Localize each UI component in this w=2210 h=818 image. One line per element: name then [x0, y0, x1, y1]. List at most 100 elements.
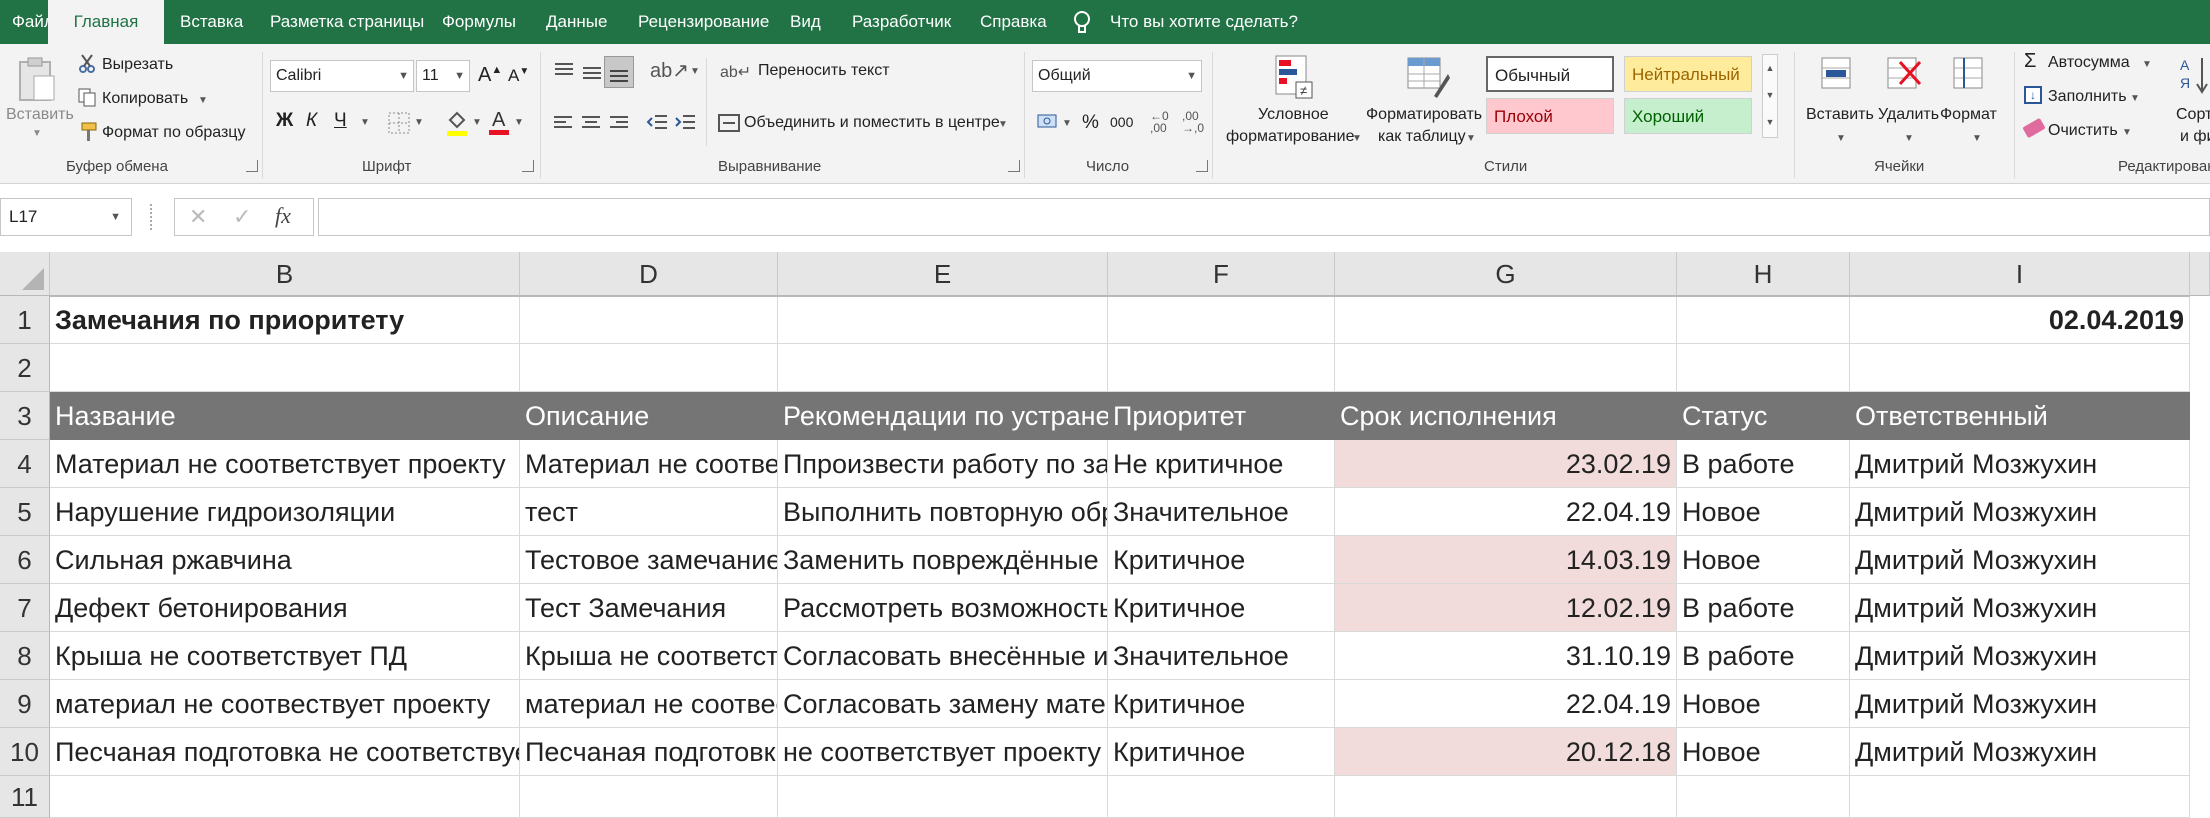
align-top-icon[interactable] — [552, 60, 576, 89]
table-cell[interactable]: Дмитрий Мозжухин — [1850, 632, 2190, 680]
tab-help[interactable]: Справка — [980, 0, 1047, 44]
number-format-select[interactable]: Общий ▼ — [1032, 60, 1202, 92]
report-date[interactable]: 02.04.2019 — [1850, 296, 2190, 344]
table-cell[interactable]: 20.12.18 — [1335, 728, 1677, 776]
font-color-dropdown-icon[interactable]: ▼ — [514, 117, 524, 128]
paste-icon[interactable] — [14, 54, 58, 109]
name-box[interactable]: L17 ▼ — [0, 198, 132, 236]
tell-me-search[interactable]: Что вы хотите сделать? — [1110, 0, 1298, 44]
underline-button[interactable]: Ч — [334, 110, 347, 132]
table-cell[interactable]: Критичное — [1108, 584, 1335, 632]
increase-decimal-icon[interactable]: ←0,00 — [1150, 110, 1169, 134]
borders-icon[interactable] — [388, 112, 410, 139]
table-cell[interactable]: Критичное — [1108, 728, 1335, 776]
table-cell[interactable]: Материал не соответствует проекту — [520, 440, 778, 488]
table-cell[interactable]: Дмитрий Мозжухин — [1850, 728, 2190, 776]
column-header-b[interactable]: B — [50, 252, 520, 296]
row-header-3[interactable]: 3 — [0, 392, 50, 440]
format-painter-button[interactable]: Формат по образцу — [102, 124, 245, 142]
row-header-6[interactable]: 6 — [0, 536, 50, 584]
table-cell[interactable]: Дмитрий Мозжухин — [1850, 536, 2190, 584]
table-header-cell[interactable]: Статус — [1677, 392, 1850, 440]
table-cell[interactable]: Ппроизвести работу по замене — [778, 440, 1108, 488]
cut-button[interactable]: Вырезать — [102, 56, 173, 74]
table-cell[interactable]: Не критичное — [1108, 440, 1335, 488]
cell[interactable] — [520, 296, 778, 344]
tab-review[interactable]: Рецензирование — [638, 0, 769, 44]
column-header-e[interactable]: E — [778, 252, 1108, 296]
style-bad[interactable]: Плохой — [1486, 98, 1614, 134]
number-launcher-icon[interactable] — [1196, 160, 1208, 172]
row-header-2[interactable]: 2 — [0, 344, 50, 392]
align-middle-icon[interactable] — [580, 60, 604, 89]
row-header-11[interactable]: 11 — [0, 776, 50, 818]
format-cells-button[interactable]: Формат — [1940, 106, 1997, 124]
table-cell[interactable]: Песчаная подготовка не соответствует про… — [50, 728, 520, 776]
table-cell[interactable]: Тест Замечания — [520, 584, 778, 632]
cell[interactable] — [1850, 776, 2190, 818]
font-name-select[interactable]: Calibri ▼ — [270, 60, 414, 92]
table-cell[interactable]: не соответствует проекту — [778, 728, 1108, 776]
row-header-4[interactable]: 4 — [0, 440, 50, 488]
table-cell[interactable]: Значительное — [1108, 632, 1335, 680]
table-cell[interactable]: Согласовать внесённые изменения — [778, 632, 1108, 680]
fill-dropdown-icon[interactable]: ▼ — [2130, 93, 2140, 104]
row-header-5[interactable]: 5 — [0, 488, 50, 536]
table-cell[interactable]: Сильная ржавчина — [50, 536, 520, 584]
tab-developer[interactable]: Разработчик — [852, 0, 951, 44]
table-cell[interactable]: Дмитрий Мозжухин — [1850, 488, 2190, 536]
format-as-table-dropdown-icon[interactable]: ▼ — [1466, 133, 1476, 144]
table-cell[interactable]: Крыша не соответствует ПД — [520, 632, 778, 680]
clear-button[interactable]: Очистить — [2048, 122, 2118, 140]
copy-dropdown-icon[interactable]: ▼ — [198, 95, 208, 106]
table-cell[interactable]: Нарушение гидроизоляции — [50, 488, 520, 536]
column-header-g[interactable]: G — [1335, 252, 1677, 296]
row-header-9[interactable]: 9 — [0, 680, 50, 728]
conditional-formatting-button[interactable]: Условное — [1258, 106, 1329, 124]
currency-icon[interactable] — [1036, 112, 1060, 139]
fill-color-dropdown-icon[interactable]: ▼ — [472, 117, 482, 128]
table-cell[interactable]: Песчаная подготовка не соответствует про… — [520, 728, 778, 776]
table-cell[interactable]: Дефект бетонирования — [50, 584, 520, 632]
table-cell[interactable]: Новое — [1677, 728, 1850, 776]
sort-filter-button[interactable]: Сортир — [2176, 106, 2210, 124]
column-header-i[interactable]: I — [1850, 252, 2190, 296]
cell[interactable] — [1335, 296, 1677, 344]
cell[interactable] — [50, 776, 520, 818]
fill-color-icon[interactable] — [446, 110, 468, 141]
tab-view[interactable]: Вид — [790, 0, 821, 44]
table-cell[interactable]: Дмитрий Мозжухин — [1850, 680, 2190, 728]
style-neutral[interactable]: Нейтральный — [1624, 56, 1752, 92]
table-cell[interactable]: В работе — [1677, 632, 1850, 680]
style-good[interactable]: Хороший — [1624, 98, 1752, 134]
table-cell[interactable]: Новое — [1677, 680, 1850, 728]
cell[interactable] — [778, 296, 1108, 344]
underline-dropdown-icon[interactable]: ▼ — [360, 117, 370, 128]
delete-cells-button[interactable]: Удалить — [1878, 106, 1939, 124]
cell[interactable] — [520, 776, 778, 818]
column-header-h[interactable]: H — [1677, 252, 1850, 296]
font-color-icon[interactable]: A — [488, 108, 510, 141]
cell[interactable] — [1335, 344, 1677, 392]
table-header-cell[interactable]: Название — [50, 392, 520, 440]
conditional-dropdown-icon[interactable]: ▼ — [1352, 133, 1362, 144]
orientation-dropdown-icon[interactable]: ▼ — [690, 66, 700, 77]
clear-dropdown-icon[interactable]: ▼ — [2122, 127, 2132, 138]
table-cell[interactable]: Заменить повреждённые элементы — [778, 536, 1108, 584]
italic-button[interactable]: К — [306, 110, 317, 132]
orientation-icon[interactable]: ab↗ — [650, 58, 689, 83]
table-cell[interactable]: материал не соотвествует проекту — [50, 680, 520, 728]
table-cell[interactable]: Новое — [1677, 488, 1850, 536]
cell[interactable] — [1677, 776, 1850, 818]
table-cell[interactable]: Выполнить повторную обработку — [778, 488, 1108, 536]
align-bottom-icon[interactable] — [604, 56, 634, 88]
table-cell[interactable]: 31.10.19 — [1335, 632, 1677, 680]
currency-dropdown-icon[interactable]: ▼ — [1062, 118, 1072, 129]
delete-cells-dropdown-icon[interactable]: ▼ — [1904, 133, 1914, 144]
tab-formulas[interactable]: Формулы — [442, 0, 516, 44]
insert-cells-button[interactable]: Вставить — [1806, 106, 1874, 124]
cell[interactable] — [1677, 296, 1850, 344]
table-header-cell[interactable]: Срок исполнения — [1335, 392, 1677, 440]
decrease-indent-icon[interactable] — [646, 112, 668, 139]
table-cell[interactable]: Крыша не соответствует ПД — [50, 632, 520, 680]
